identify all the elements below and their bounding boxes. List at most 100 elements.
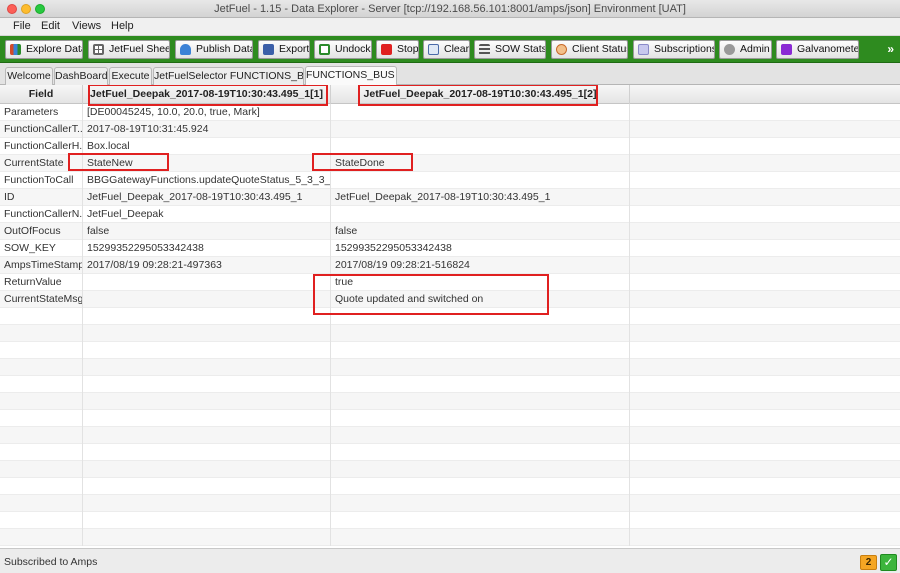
- value-cell[interactable]: [331, 376, 630, 393]
- value-cell[interactable]: [DE00045245, 10.0, 20.0, true, Mark]: [83, 104, 331, 121]
- table-row[interactable]: [0, 393, 900, 410]
- empty-cell[interactable]: [630, 223, 900, 240]
- menu-file[interactable]: File: [13, 20, 31, 32]
- table-row[interactable]: FunctionCallerH... Box.local: [0, 138, 900, 155]
- field-name-cell[interactable]: FunctionCallerT...: [0, 121, 83, 138]
- table-row[interactable]: [0, 376, 900, 393]
- publish-data-button[interactable]: Publish Data: [175, 40, 253, 59]
- table-row[interactable]: ID JetFuel_Deepak_2017-08-19T10:30:43.495…: [0, 189, 900, 206]
- value-cell[interactable]: 2017/08/19 09:28:21-516824: [331, 257, 630, 274]
- clear-button[interactable]: Clear: [423, 40, 470, 59]
- value-cell[interactable]: [83, 393, 331, 410]
- value-cell[interactable]: [331, 393, 630, 410]
- value-cell[interactable]: false: [83, 223, 331, 240]
- table-row[interactable]: [0, 444, 900, 461]
- notification-count-badge[interactable]: 2: [860, 555, 877, 570]
- value-cell[interactable]: [83, 376, 331, 393]
- subscriptions-button[interactable]: Subscriptions: [633, 40, 715, 59]
- empty-cell[interactable]: [630, 172, 900, 189]
- value-cell[interactable]: 15299352295053342438: [83, 240, 331, 257]
- maximize-window-button[interactable]: [35, 4, 45, 14]
- jetfuel-sheet-button[interactable]: JetFuel Sheet: [88, 40, 170, 59]
- value-cell[interactable]: [331, 308, 630, 325]
- value-cell[interactable]: [83, 495, 331, 512]
- value-cell[interactable]: [83, 274, 331, 291]
- empty-cell[interactable]: [630, 444, 900, 461]
- value-cell[interactable]: [83, 359, 331, 376]
- value-cell[interactable]: [331, 478, 630, 495]
- field-name-cell[interactable]: Parameters: [0, 104, 83, 121]
- field-name-cell[interactable]: [0, 444, 83, 461]
- table-row[interactable]: FunctionCallerT... 2017-08-19T10:31:45.92…: [0, 121, 900, 138]
- empty-cell[interactable]: [630, 461, 900, 478]
- empty-cell[interactable]: [630, 495, 900, 512]
- table-row[interactable]: FunctionCallerN... JetFuel_Deepak: [0, 206, 900, 223]
- field-name-cell[interactable]: OutOfFocus: [0, 223, 83, 240]
- menu-edit[interactable]: Edit: [41, 20, 60, 32]
- tab-jetfuelselector-functions-bus[interactable]: JetFuelSelector FUNCTIONS_BUS: [153, 67, 304, 85]
- empty-cell[interactable]: [630, 104, 900, 121]
- value-cell[interactable]: 2017/08/19 09:28:21-497363: [83, 257, 331, 274]
- empty-cell[interactable]: [630, 155, 900, 172]
- export-button[interactable]: Export: [258, 40, 310, 59]
- value-cell[interactable]: [83, 512, 331, 529]
- field-name-cell[interactable]: FunctionCallerH...: [0, 138, 83, 155]
- value-cell[interactable]: [83, 410, 331, 427]
- field-name-cell[interactable]: SOW_KEY: [0, 240, 83, 257]
- value-cell[interactable]: [331, 206, 630, 223]
- table-row[interactable]: [0, 495, 900, 512]
- field-name-cell[interactable]: [0, 308, 83, 325]
- value-cell[interactable]: [331, 325, 630, 342]
- table-row[interactable]: CurrentState StateNew StateDone: [0, 155, 900, 172]
- value-cell[interactable]: [331, 495, 630, 512]
- value-cell[interactable]: [331, 138, 630, 155]
- table-row[interactable]: [0, 342, 900, 359]
- column-header-record-1[interactable]: JetFuel_Deepak_2017-08-19T10:30:43.495_1…: [83, 85, 331, 104]
- value-cell[interactable]: 2017-08-19T10:31:45.924: [83, 121, 331, 138]
- field-name-cell[interactable]: CurrentStateMsg: [0, 291, 83, 308]
- empty-cell[interactable]: [630, 427, 900, 444]
- table-row[interactable]: [0, 325, 900, 342]
- value-cell[interactable]: [331, 359, 630, 376]
- toolbar-overflow-icon[interactable]: »: [887, 42, 894, 56]
- table-row[interactable]: [0, 461, 900, 478]
- value-cell[interactable]: StateDone: [331, 155, 630, 172]
- table-row[interactable]: [0, 410, 900, 427]
- empty-cell[interactable]: [630, 325, 900, 342]
- menu-help[interactable]: Help: [111, 20, 134, 32]
- table-row[interactable]: Parameters [DE00045245, 10.0, 20.0, true,…: [0, 104, 900, 121]
- empty-cell[interactable]: [630, 138, 900, 155]
- field-name-cell[interactable]: [0, 325, 83, 342]
- value-cell[interactable]: Box.local: [83, 138, 331, 155]
- close-window-button[interactable]: [7, 4, 17, 14]
- empty-cell[interactable]: [630, 274, 900, 291]
- value-cell[interactable]: JetFuel_Deepak_2017-08-19T10:30:43.495_1: [331, 189, 630, 206]
- tab-functions-bus[interactable]: FUNCTIONS_BUS ✕: [305, 66, 397, 85]
- value-cell[interactable]: [331, 172, 630, 189]
- value-cell[interactable]: [83, 325, 331, 342]
- empty-cell[interactable]: [630, 512, 900, 529]
- tab-execute[interactable]: Execute: [109, 67, 152, 85]
- field-name-cell[interactable]: FunctionCallerN...: [0, 206, 83, 223]
- value-cell[interactable]: JetFuel_Deepak: [83, 206, 331, 223]
- empty-cell[interactable]: [630, 529, 900, 546]
- empty-cell[interactable]: [630, 376, 900, 393]
- value-cell[interactable]: JetFuel_Deepak_2017-08-19T10:30:43.495_1: [83, 189, 331, 206]
- field-name-cell[interactable]: [0, 529, 83, 546]
- client-status-button[interactable]: Client Status: [551, 40, 628, 59]
- value-cell[interactable]: [331, 444, 630, 461]
- table-row[interactable]: [0, 478, 900, 495]
- table-row[interactable]: AmpsTimeStamp 2017/08/19 09:28:21-497363 2…: [0, 257, 900, 274]
- empty-cell[interactable]: [630, 121, 900, 138]
- value-cell[interactable]: [83, 461, 331, 478]
- connected-check-icon[interactable]: ✓: [880, 554, 897, 571]
- empty-cell[interactable]: [630, 359, 900, 376]
- field-name-cell[interactable]: [0, 342, 83, 359]
- value-cell[interactable]: StateNew: [83, 155, 331, 172]
- value-cell[interactable]: false: [331, 223, 630, 240]
- explore-data-button[interactable]: Explore Data: [5, 40, 83, 59]
- field-name-cell[interactable]: [0, 461, 83, 478]
- field-name-cell[interactable]: [0, 478, 83, 495]
- sow-stats-button[interactable]: SOW Stats: [474, 40, 546, 59]
- table-row[interactable]: [0, 529, 900, 546]
